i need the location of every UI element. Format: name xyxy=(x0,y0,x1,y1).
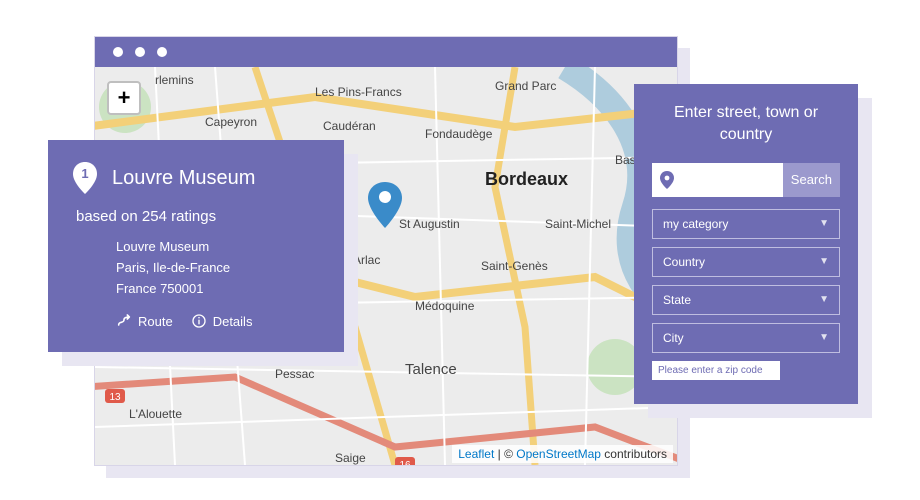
address-block: Louvre Museum Paris, Ile-de-France Franc… xyxy=(116,237,320,299)
address-line: Paris, Ile-de-France xyxy=(116,258,320,279)
map-marker-icon[interactable] xyxy=(368,182,402,233)
zip-input[interactable]: Please enter a zip code xyxy=(652,361,780,380)
state-dropdown[interactable]: State ▼ xyxy=(652,285,840,315)
search-row: Search xyxy=(652,163,840,197)
dropdown-label: State xyxy=(663,293,691,307)
osm-link[interactable]: OpenStreetMap xyxy=(516,447,601,461)
card-title-row: 1 Louvre Museum xyxy=(72,162,320,194)
window-dot[interactable] xyxy=(113,47,123,57)
route-icon xyxy=(116,313,132,329)
route-button[interactable]: Route xyxy=(116,313,173,329)
search-button[interactable]: Search xyxy=(783,163,840,197)
zoom-controls: + xyxy=(107,81,141,115)
leaflet-link[interactable]: Leaflet xyxy=(458,447,494,461)
dropdown-label: Country xyxy=(663,255,705,269)
country-dropdown[interactable]: Country ▼ xyxy=(652,247,840,277)
info-icon xyxy=(191,313,207,329)
window-dot[interactable] xyxy=(135,47,145,57)
card-actions: Route Details xyxy=(116,313,320,329)
dropdown-label: my category xyxy=(663,217,728,231)
zoom-in-button[interactable]: + xyxy=(107,81,141,115)
dropdown-label: City xyxy=(663,331,684,345)
pin-icon xyxy=(652,163,682,197)
details-label: Details xyxy=(213,314,253,329)
window-dot[interactable] xyxy=(157,47,167,57)
details-button[interactable]: Details xyxy=(191,313,253,329)
route-label: Route xyxy=(138,314,173,329)
location-card: 1 Louvre Museum based on 254 ratings Lou… xyxy=(48,140,344,352)
address-line: Louvre Museum xyxy=(116,237,320,258)
svg-text:16: 16 xyxy=(399,460,411,465)
panel-heading: Enter street, town or country xyxy=(652,102,840,147)
chevron-down-icon: ▼ xyxy=(819,294,829,305)
search-panel: Enter street, town or country Search my … xyxy=(634,84,858,404)
search-input[interactable] xyxy=(682,163,783,197)
chevron-down-icon: ▼ xyxy=(819,332,829,343)
map-attribution: Leaflet | © OpenStreetMap contributors xyxy=(452,445,673,463)
city-dropdown[interactable]: City ▼ xyxy=(652,323,840,353)
svg-text:1: 1 xyxy=(81,166,88,181)
svg-text:13: 13 xyxy=(109,392,121,403)
chevron-down-icon: ▼ xyxy=(819,218,829,229)
chevron-down-icon: ▼ xyxy=(819,256,829,267)
category-dropdown[interactable]: my category ▼ xyxy=(652,209,840,239)
address-line: France 750001 xyxy=(116,279,320,300)
window-titlebar xyxy=(95,37,677,67)
rank-badge-icon: 1 xyxy=(72,162,98,194)
ratings-text: based on 254 ratings xyxy=(76,208,320,225)
location-title: Louvre Museum xyxy=(112,167,255,190)
